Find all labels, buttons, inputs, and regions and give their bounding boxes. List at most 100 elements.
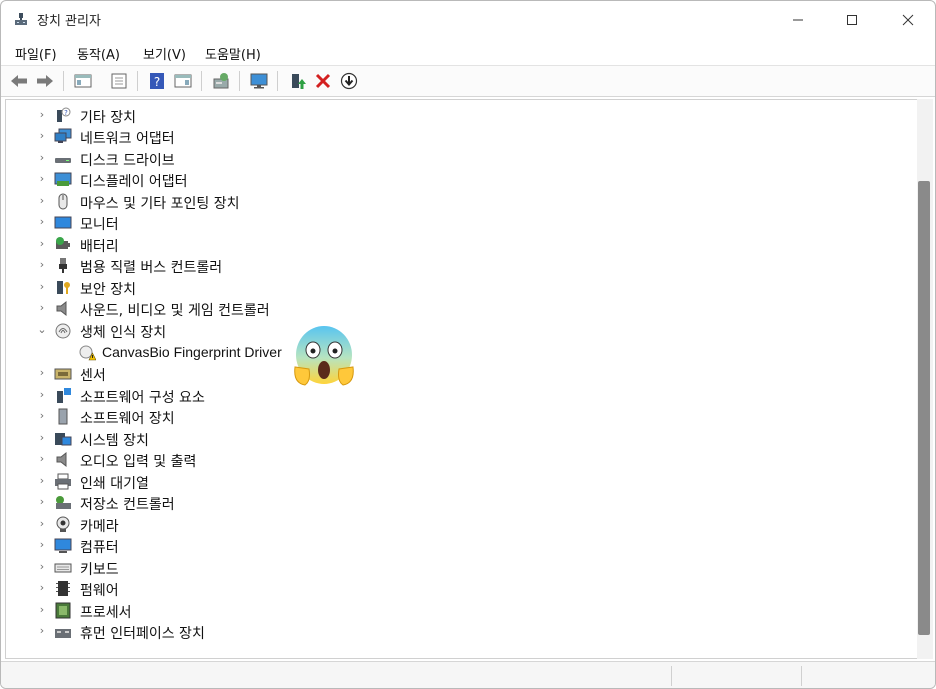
tree-item-software-devices[interactable]: › 소프트웨어 장치 (6, 406, 906, 427)
menu-help[interactable]: 도움말(H) (205, 44, 261, 63)
audio-io-icon (56, 451, 67, 468)
menu-file[interactable]: 파일(F) (15, 44, 57, 63)
tree-item-keyboards[interactable]: › 키보드 (6, 557, 906, 578)
chevron-right-icon[interactable]: › (36, 452, 48, 466)
tree-item-label: 보안 장치 (80, 282, 136, 298)
tree-item-disk-drives[interactable]: › 디스크 드라이브 (6, 148, 906, 169)
tree-item-batteries[interactable]: › 배터리 (6, 234, 906, 255)
chevron-right-icon[interactable]: › (36, 495, 48, 509)
toolbar-separator (201, 71, 202, 91)
chevron-right-icon[interactable]: › (36, 129, 48, 143)
tree-item-label: 디스플레이 어댑터 (80, 174, 188, 190)
chevron-right-icon[interactable]: › (36, 172, 48, 186)
maximize-button[interactable] (829, 1, 875, 39)
speaker-icon (56, 300, 67, 317)
forward-button[interactable] (33, 69, 57, 93)
properties-button[interactable] (107, 69, 131, 93)
properties-icon (111, 73, 127, 89)
menu-bar: 파일(F) 동작(A) 보기(V) 도움말(H) (1, 39, 935, 65)
computer-icon (54, 538, 72, 553)
tree-item-security-devices[interactable]: › 보안 장치 (6, 277, 906, 298)
tree-item-cameras[interactable]: › 카메라 (6, 514, 906, 535)
tree-item-canvasbio-fingerprint-driver[interactable]: CanvasBio Fingerprint Driver (6, 342, 906, 363)
monitor-button[interactable] (247, 69, 271, 93)
scan-hardware-button[interactable] (209, 69, 233, 93)
tree-item-sensors[interactable]: › 센서 (6, 363, 906, 384)
update-driver-button[interactable] (285, 69, 309, 93)
chevron-right-icon[interactable]: › (36, 517, 48, 531)
tree-item-label: 프로세서 (80, 605, 132, 621)
tree-item-label: 카메라 (80, 519, 119, 535)
tree-item-system-devices[interactable]: › 시스템 장치 (6, 428, 906, 449)
system-device-icon (55, 433, 72, 446)
menu-view[interactable]: 보기(V) (143, 44, 186, 63)
back-button[interactable] (7, 69, 31, 93)
help-button[interactable]: ? (145, 69, 169, 93)
status-bar (1, 661, 935, 688)
action-pane-button[interactable] (171, 69, 195, 93)
tree-item-sound-video-game[interactable]: › 사운드, 비디오 및 게임 컨트롤러 (6, 298, 906, 319)
tree-item-biometric-devices[interactable]: ⌄ 생체 인식 장치 (6, 320, 906, 341)
chevron-right-icon[interactable]: › (36, 581, 48, 595)
tree-item-other-devices[interactable]: › ? 기타 장치 (6, 105, 906, 126)
chevron-right-icon[interactable]: › (36, 603, 48, 617)
chevron-right-icon[interactable]: › (36, 258, 48, 272)
chevron-right-icon[interactable]: › (36, 624, 48, 638)
network-adapter-icon (54, 128, 72, 143)
chevron-right-icon[interactable]: › (36, 560, 48, 574)
chevron-right-icon[interactable]: › (36, 538, 48, 552)
usb-icon (59, 258, 67, 273)
tree-item-print-queues[interactable]: › 인쇄 대기열 (6, 471, 906, 492)
chevron-right-icon[interactable]: › (36, 280, 48, 294)
tree-item-label: 생체 인식 장치 (80, 325, 167, 341)
monitor-icon (250, 73, 268, 89)
chevron-right-icon[interactable]: › (36, 366, 48, 380)
device-manager-window: 장치 관리자 파일(F) 동작(A) 보기(V) 도움말(H) ? › ? 기타… (0, 0, 936, 689)
download-button[interactable] (337, 69, 361, 93)
chevron-right-icon[interactable]: › (36, 388, 48, 402)
fingerprint-icon (55, 323, 71, 339)
tree-item-label: 마우스 및 기타 포인팅 장치 (80, 196, 240, 212)
chevron-right-icon[interactable]: › (36, 431, 48, 445)
tree-item-label: 소프트웨어 장치 (80, 411, 175, 427)
vertical-scrollbar[interactable] (917, 99, 933, 659)
toolbar-separator (63, 71, 64, 91)
chevron-down-icon[interactable]: ⌄ (36, 323, 48, 337)
menu-action[interactable]: 동작(A) (77, 44, 120, 63)
chevron-right-icon[interactable]: › (36, 474, 48, 488)
toolbar-separator (277, 71, 278, 91)
chevron-right-icon[interactable]: › (36, 237, 48, 251)
tree-item-processors[interactable]: › 프로세서 (6, 600, 906, 621)
uninstall-button[interactable] (311, 69, 335, 93)
chevron-right-icon[interactable]: › (36, 151, 48, 165)
hid-icon (55, 629, 71, 638)
close-button[interactable] (885, 1, 931, 39)
tree-item-label: 인쇄 대기열 (80, 476, 149, 492)
window-title: 장치 관리자 (37, 14, 101, 29)
tree-item-storage-controllers[interactable]: › 저장소 컨트롤러 (6, 492, 906, 513)
chevron-right-icon[interactable]: › (36, 409, 48, 423)
tree-item-label: 소프트웨어 구성 요소 (80, 390, 205, 406)
tree-item-label: 모니터 (80, 217, 119, 233)
chevron-right-icon[interactable]: › (36, 301, 48, 315)
tree-item-computer[interactable]: › 컴퓨터 (6, 535, 906, 556)
show-hide-tree-button[interactable] (71, 69, 95, 93)
tree-item-monitors[interactable]: › 모니터 (6, 212, 906, 233)
printer-icon (55, 473, 71, 490)
tree-item-mice[interactable]: › 마우스 및 기타 포인팅 장치 (6, 191, 906, 212)
back-arrow-icon (11, 75, 27, 87)
tree-item-hid[interactable]: › 휴먼 인터페이스 장치 (6, 621, 906, 642)
chevron-right-icon[interactable]: › (36, 194, 48, 208)
mouse-icon (58, 193, 68, 210)
tree-item-audio-io[interactable]: › 오디오 입력 및 출력 (6, 449, 906, 470)
tree-item-firmware[interactable]: › 펌웨어 (6, 578, 906, 599)
scrollbar-thumb[interactable] (918, 181, 930, 635)
tree-item-display-adapters[interactable]: › 디스플레이 어댑터 (6, 169, 906, 190)
minimize-button[interactable] (775, 1, 821, 39)
tree-item-network-adapters[interactable]: › 네트워크 어댑터 (6, 126, 906, 147)
chevron-right-icon[interactable]: › (36, 108, 48, 122)
chevron-right-icon[interactable]: › (36, 215, 48, 229)
device-tree[interactable]: › ? 기타 장치 › 네트워크 어댑터 › 디스크 드라이브 › 디스플레이 … (5, 99, 919, 659)
tree-item-usb-controllers[interactable]: › 범용 직렬 버스 컨트롤러 (6, 255, 906, 276)
tree-item-software-components[interactable]: › 소프트웨어 구성 요소 (6, 385, 906, 406)
